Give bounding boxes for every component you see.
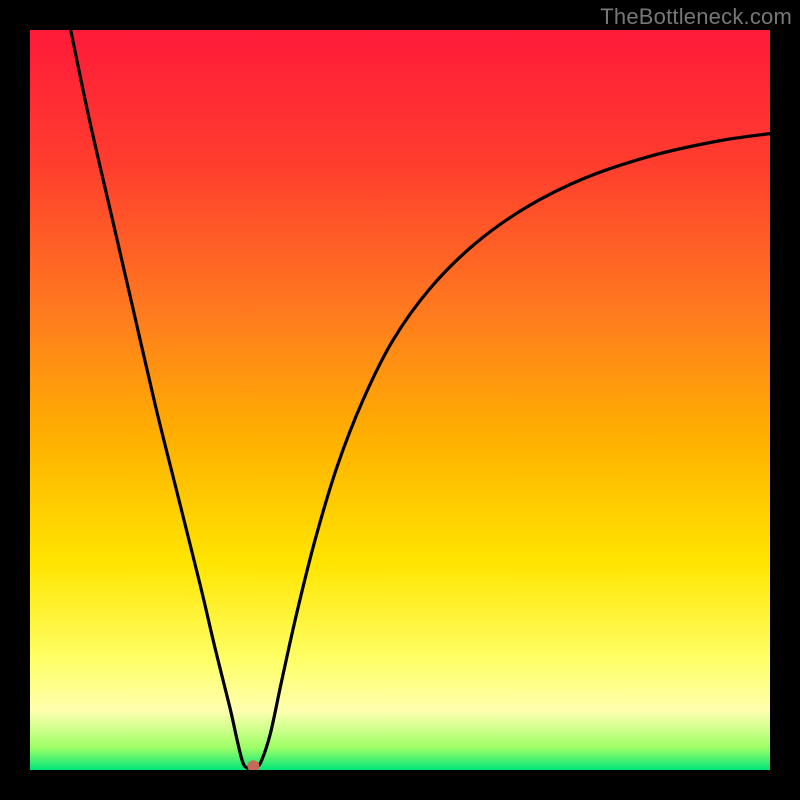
chart-background: [30, 30, 770, 770]
chart-svg: [30, 30, 770, 770]
watermark-text: TheBottleneck.com: [600, 4, 792, 30]
chart-container: [30, 30, 770, 770]
